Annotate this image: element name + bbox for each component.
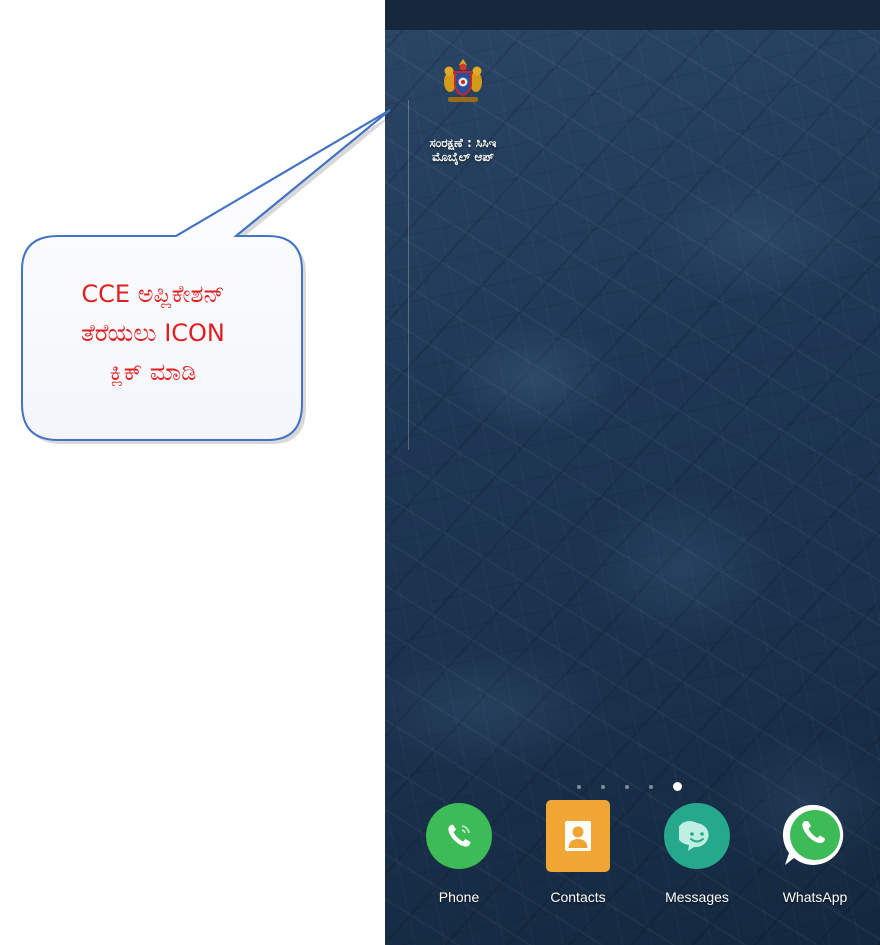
callout-line1: CCE ಅಪ್ಲಿಕೇಶನ್ [81,280,225,308]
callout-bubble [21,109,394,444]
callout-line3: ಕ್ಲಿಕ್ ಮಾಡಿ [109,358,197,386]
callout-text: CCE ಅಪ್ಲಿಕೇಶನ್ ತೆರೆಯಲು ICON ಕ್ಲಿಕ್ ಮಾಡಿ [8,275,298,392]
callout-line2: ತೆರೆಯಲು ICON [81,319,225,347]
tutorial-screenshot: ಸಂರಕ್ಷಣೆ : ಸಿಸಿಇ ಮೊಬೈಲ್ ಆಪ್ Phone Contac… [0,0,880,945]
